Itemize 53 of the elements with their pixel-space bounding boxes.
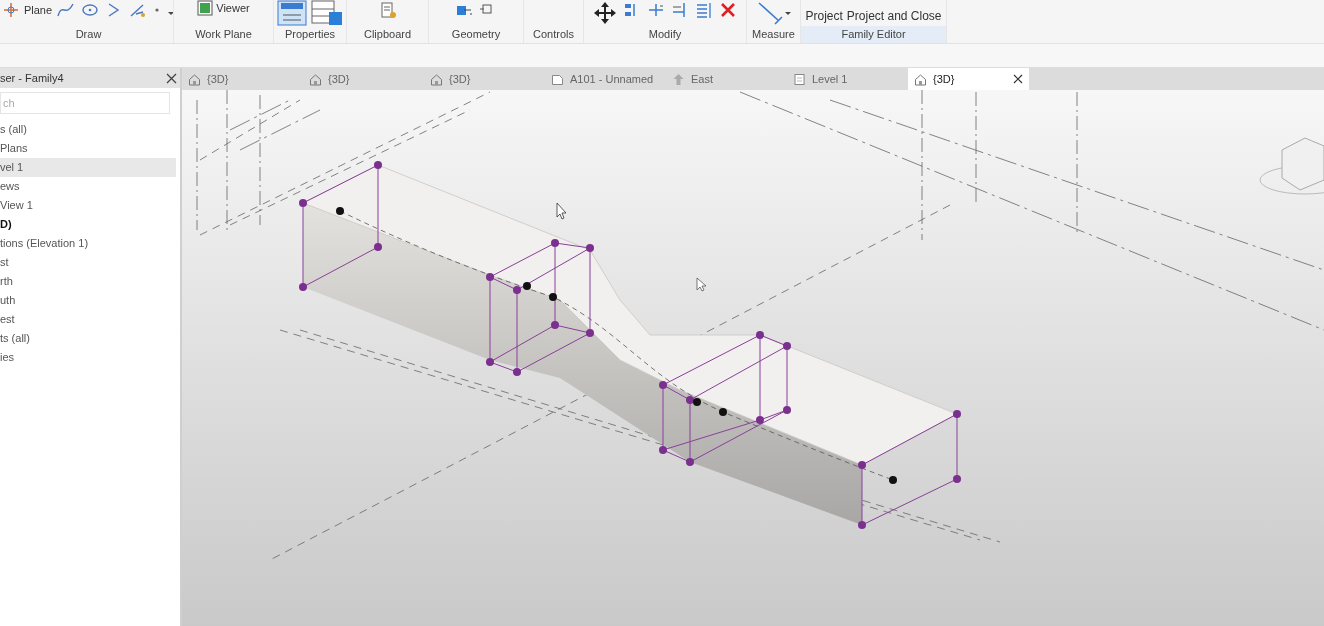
tree-item[interactable]: View 1: [0, 196, 176, 215]
tree-item[interactable]: uth: [0, 291, 176, 310]
close-button[interactable]: [166, 72, 177, 84]
tree-item[interactable]: ews: [0, 177, 176, 196]
measure-icon[interactable]: [756, 0, 791, 26]
tree-item[interactable]: tions (Elevation 1): [0, 234, 176, 253]
load-into-project-button[interactable]: Project: [805, 10, 843, 26]
tree-item[interactable]: est: [0, 310, 176, 329]
tree-item[interactable]: vel 1: [0, 158, 176, 177]
tree-item[interactable]: D): [0, 215, 176, 234]
tree-item[interactable]: Plans: [0, 139, 176, 158]
tree-item[interactable]: st: [0, 253, 176, 272]
viewer-icon[interactable]: [197, 0, 214, 17]
view-tab[interactable]: {3D}: [303, 68, 424, 90]
elevation-icon: [672, 72, 685, 86]
move-icon[interactable]: [592, 0, 618, 26]
group-label: Geometry: [450, 27, 502, 42]
plan-icon: [793, 72, 806, 86]
sheet-icon: [551, 72, 564, 86]
house-icon: [309, 72, 322, 86]
array-icon[interactable]: [694, 0, 714, 20]
house-icon: [430, 72, 443, 86]
type-properties-icon[interactable]: [311, 0, 343, 26]
cursor-icon: [556, 202, 567, 220]
group-label: Controls: [532, 27, 575, 42]
view-tab[interactable]: {3D}: [908, 68, 1029, 90]
tree-item[interactable]: rth: [0, 272, 176, 291]
group-label: Measure: [751, 27, 796, 42]
view-tab[interactable]: East: [666, 68, 787, 90]
view-tab[interactable]: Level 1: [787, 68, 908, 90]
view-tab[interactable]: A101 - Unnamed: [545, 68, 666, 90]
view-tab[interactable]: {3D}: [182, 68, 303, 90]
group-label: Modify: [647, 27, 683, 42]
search-field[interactable]: ch: [0, 92, 170, 114]
close-icon[interactable]: [1013, 74, 1023, 84]
tree-item[interactable]: ies: [0, 348, 176, 367]
tree-item[interactable]: ts (all): [0, 329, 176, 348]
cursor-icon: [696, 277, 707, 292]
properties-icon[interactable]: [277, 0, 307, 26]
plane-icon[interactable]: [4, 0, 21, 20]
house-icon: [188, 72, 201, 86]
group-label: Family Editor: [801, 26, 946, 43]
group-label: Properties: [283, 27, 337, 42]
view-tab[interactable]: {3D}: [424, 68, 545, 90]
load-into-project-button[interactable]: Project and Close: [846, 10, 942, 26]
plane-button[interactable]: Plane: [4, 0, 53, 20]
tree-item[interactable]: s (all): [0, 120, 176, 139]
group-label: Clipboard: [362, 27, 413, 42]
panel-title: ser - Family4: [0, 70, 64, 86]
group-label: Work Plane: [194, 27, 253, 42]
viewer-button[interactable]: Viewer: [197, 0, 250, 17]
group-label: Draw: [74, 27, 103, 42]
house-icon: [914, 72, 927, 86]
